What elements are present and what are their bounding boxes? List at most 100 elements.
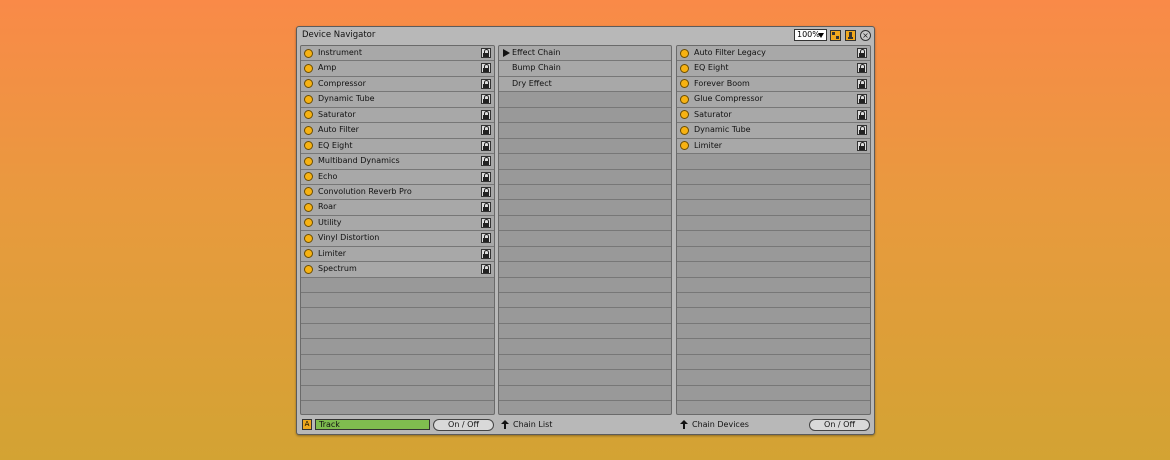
chain-device-row[interactable]: Auto Filter Legacy <box>677 46 870 62</box>
lock-icon[interactable] <box>481 186 491 197</box>
chain-device-row-label: Forever Boom <box>694 78 750 88</box>
device-row[interactable]: Vinyl Distortion <box>301 231 494 247</box>
lock-icon[interactable] <box>481 94 491 105</box>
device-on-icon[interactable] <box>304 202 313 212</box>
empty-row <box>301 370 494 386</box>
device-row-label: Multiband Dynamics <box>318 156 400 166</box>
chain-device-row[interactable]: EQ Eight <box>677 61 870 77</box>
device-on-icon[interactable] <box>680 94 689 104</box>
device-on-icon[interactable] <box>304 233 313 243</box>
device-on-icon[interactable] <box>680 110 689 120</box>
device-row[interactable]: Instrument <box>301 46 494 62</box>
device-row-label: Convolution Reverb Pro <box>318 186 412 196</box>
device-on-icon[interactable] <box>680 48 689 58</box>
lock-icon[interactable] <box>481 156 491 167</box>
device-on-icon[interactable] <box>680 63 689 73</box>
device-on-icon[interactable] <box>304 156 313 166</box>
empty-row <box>677 355 870 371</box>
empty-row <box>677 278 870 293</box>
lock-icon[interactable] <box>857 94 867 105</box>
lock-icon[interactable] <box>857 48 867 58</box>
lock-icon[interactable] <box>481 78 491 89</box>
lock-icon[interactable] <box>857 140 867 151</box>
device-on-icon[interactable] <box>680 79 689 89</box>
empty-row <box>499 108 671 124</box>
device-on-icon[interactable] <box>304 172 313 181</box>
chain-device-row[interactable]: Saturator <box>677 107 870 124</box>
chain-device-row[interactable]: Glue Compressor <box>677 92 870 108</box>
lock-icon[interactable] <box>481 264 491 275</box>
device-on-icon[interactable] <box>304 218 313 228</box>
lock-icon[interactable] <box>857 63 867 74</box>
device-list-panel: Instrument Amp Compressor Dynamic Tube Satur… <box>300 45 495 415</box>
device-on-icon[interactable] <box>304 48 313 58</box>
device-row[interactable]: Echo <box>301 169 494 185</box>
device-row[interactable]: Spectrum <box>301 262 494 278</box>
lock-icon[interactable] <box>481 63 491 74</box>
device-row[interactable]: Convolution Reverb Pro <box>301 184 494 201</box>
dropdown-arrow-icon <box>818 33 824 38</box>
lock-icon[interactable] <box>857 78 867 89</box>
close-icon[interactable]: × <box>860 30 871 41</box>
chain-device-row[interactable]: Limiter <box>677 138 870 155</box>
device-row[interactable]: Auto Filter <box>301 123 494 139</box>
device-on-icon[interactable] <box>304 63 313 73</box>
device-on-icon[interactable] <box>304 187 313 197</box>
empty-row <box>499 293 671 309</box>
device-row-label: Echo <box>318 171 338 181</box>
chain-device-row[interactable]: Forever Boom <box>677 76 870 93</box>
chain-device-row[interactable]: Dynamic Tube <box>677 123 870 139</box>
device-row-label: Roar <box>318 202 337 212</box>
chain-row[interactable]: Effect Chain <box>499 46 671 62</box>
empty-row <box>499 231 671 247</box>
lock-icon[interactable] <box>481 48 491 58</box>
device-on-icon[interactable] <box>304 110 313 120</box>
lock-icon[interactable] <box>481 217 491 228</box>
device-on-icon[interactable] <box>304 141 313 151</box>
resize-icon[interactable] <box>830 30 841 41</box>
device-on-icon[interactable] <box>304 79 313 89</box>
on-off-button-right[interactable]: On / Off <box>809 419 870 431</box>
lock-icon[interactable] <box>481 109 491 120</box>
chain-row[interactable]: Dry Effect <box>499 76 671 93</box>
device-on-icon[interactable] <box>304 264 313 274</box>
lock-icon[interactable] <box>481 171 491 182</box>
device-row[interactable]: Compressor <box>301 76 494 93</box>
a-toggle-button[interactable]: A <box>302 419 312 430</box>
device-row[interactable]: EQ Eight <box>301 138 494 155</box>
device-on-icon[interactable] <box>304 249 313 259</box>
device-row-label: Amp <box>318 63 337 73</box>
device-row[interactable]: Amp <box>301 61 494 77</box>
chain-devices-link[interactable]: Chain Devices <box>680 419 749 430</box>
device-row[interactable]: Saturator <box>301 107 494 124</box>
lock-icon[interactable] <box>857 109 867 120</box>
device-row[interactable]: Utility <box>301 215 494 232</box>
device-on-icon[interactable] <box>680 125 689 135</box>
empty-row <box>677 308 870 324</box>
zoom-dropdown[interactable]: 100% <box>794 29 827 41</box>
chain-row-label: Dry Effect <box>512 78 552 88</box>
empty-row <box>499 308 671 324</box>
lock-icon[interactable] <box>481 140 491 151</box>
chain-device-row-label: Limiter <box>694 140 723 150</box>
pin-icon[interactable] <box>845 30 856 41</box>
lock-icon[interactable] <box>481 202 491 213</box>
device-row[interactable]: Multiband Dynamics <box>301 154 494 170</box>
device-row[interactable]: Limiter <box>301 246 494 263</box>
device-on-icon[interactable] <box>680 141 689 151</box>
chain-list-link[interactable]: Chain List <box>501 419 552 430</box>
lock-icon[interactable] <box>481 233 491 244</box>
lock-icon[interactable] <box>481 248 491 259</box>
device-on-icon[interactable] <box>304 125 313 135</box>
empty-row <box>499 185 671 201</box>
track-field[interactable]: Track <box>315 419 430 430</box>
device-row[interactable]: Dynamic Tube <box>301 92 494 108</box>
empty-row <box>677 370 870 386</box>
lock-icon[interactable] <box>857 125 867 136</box>
device-row[interactable]: Roar <box>301 200 494 216</box>
device-on-icon[interactable] <box>304 94 313 104</box>
chain-row[interactable]: Bump Chain <box>499 61 671 77</box>
lock-icon[interactable] <box>481 125 491 136</box>
device-row-label: Spectrum <box>318 264 357 274</box>
on-off-button-left[interactable]: On / Off <box>433 419 494 431</box>
